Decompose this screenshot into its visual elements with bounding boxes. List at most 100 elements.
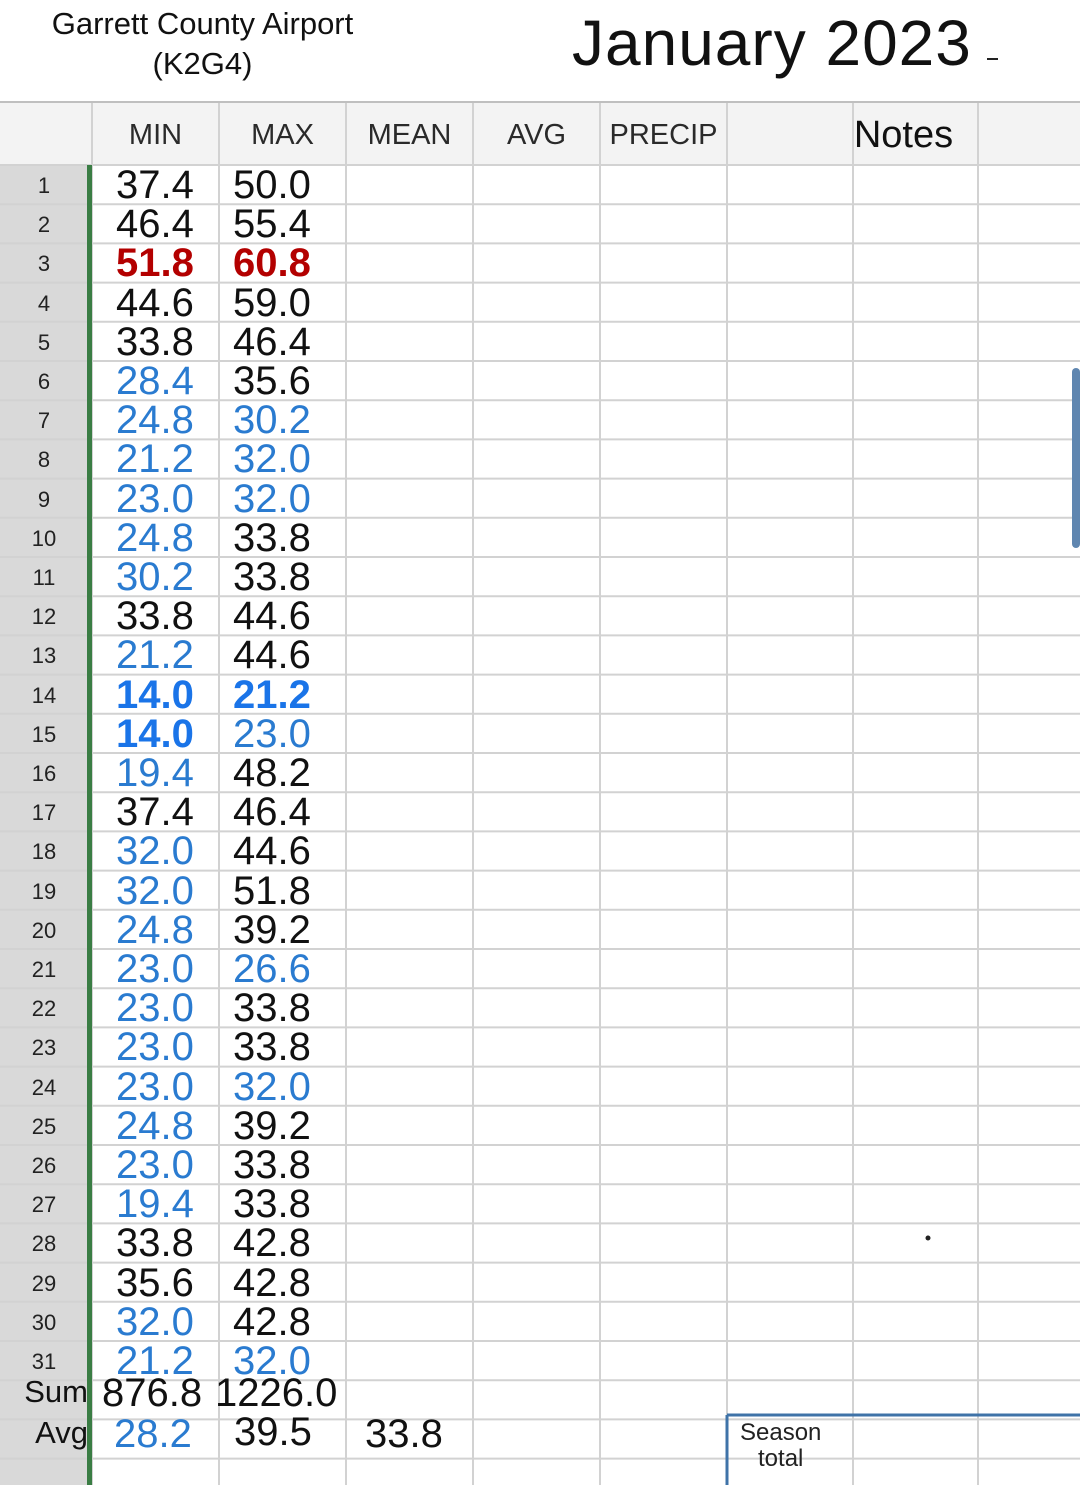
max-cell[interactable]: 42.8 xyxy=(233,1263,311,1303)
min-cell[interactable]: 23.0 xyxy=(116,988,194,1028)
row-number[interactable]: 2 xyxy=(0,212,88,238)
header-max[interactable]: MAX xyxy=(219,105,346,165)
min-cell[interactable]: 30.2 xyxy=(116,557,194,597)
row-number[interactable]: 23 xyxy=(0,1035,88,1061)
min-cell[interactable]: 37.4 xyxy=(116,165,194,205)
min-cell[interactable]: 14.0 xyxy=(116,675,194,715)
min-cell[interactable]: 37.4 xyxy=(116,792,194,832)
max-cell[interactable]: 44.6 xyxy=(233,596,311,636)
max-cell[interactable]: 44.6 xyxy=(233,635,311,675)
min-cell[interactable]: 21.2 xyxy=(116,439,194,479)
min-cell[interactable]: 24.8 xyxy=(116,400,194,440)
max-cell[interactable]: 39.2 xyxy=(233,1106,311,1146)
min-cell[interactable]: 46.4 xyxy=(116,204,194,244)
max-cell[interactable]: 39.2 xyxy=(233,910,311,950)
season-total[interactable]: Season total xyxy=(740,1420,821,1472)
max-cell[interactable]: 33.8 xyxy=(233,1027,311,1067)
min-cell[interactable]: 35.6 xyxy=(116,1263,194,1303)
avg-min[interactable]: 28.2 xyxy=(114,1414,192,1454)
row-number[interactable]: 4 xyxy=(0,291,88,317)
sum-max[interactable]: 1226.0 xyxy=(215,1373,337,1413)
max-cell[interactable]: 32.0 xyxy=(233,479,311,519)
min-cell[interactable]: 33.8 xyxy=(116,1223,194,1263)
row-number[interactable]: 30 xyxy=(0,1310,88,1336)
min-cell[interactable]: 33.8 xyxy=(116,596,194,636)
min-cell[interactable]: 32.0 xyxy=(116,831,194,871)
max-cell[interactable]: 32.0 xyxy=(233,439,311,479)
row-number[interactable]: 26 xyxy=(0,1153,88,1179)
header-min[interactable]: MIN xyxy=(92,105,219,165)
min-cell[interactable]: 24.8 xyxy=(116,1106,194,1146)
row-number[interactable]: 10 xyxy=(0,526,88,552)
header-mean[interactable]: MEAN xyxy=(346,105,473,165)
header-avg[interactable]: AVG xyxy=(473,105,600,165)
row-number[interactable]: 28 xyxy=(0,1231,88,1257)
min-cell[interactable]: 19.4 xyxy=(116,1184,194,1224)
max-cell[interactable]: 26.6 xyxy=(233,949,311,989)
row-number[interactable]: 29 xyxy=(0,1271,88,1297)
row-number[interactable]: 27 xyxy=(0,1192,88,1218)
row-number[interactable]: 15 xyxy=(0,722,88,748)
row-number[interactable]: 6 xyxy=(0,369,88,395)
row-number[interactable]: 12 xyxy=(0,604,88,630)
min-cell[interactable]: 28.4 xyxy=(116,361,194,401)
avg-max[interactable]: 39.5 xyxy=(234,1412,312,1452)
min-cell[interactable]: 33.8 xyxy=(116,322,194,362)
row-number[interactable]: 8 xyxy=(0,447,88,473)
max-cell[interactable]: 23.0 xyxy=(233,714,311,754)
min-cell[interactable]: 14.0 xyxy=(116,714,194,754)
row-number[interactable]: 7 xyxy=(0,408,88,434)
row-number[interactable]: 14 xyxy=(0,683,88,709)
row-number[interactable]: 18 xyxy=(0,839,88,865)
row-number[interactable]: 19 xyxy=(0,879,88,905)
max-cell[interactable]: 21.2 xyxy=(233,675,311,715)
max-cell[interactable]: 30.2 xyxy=(233,400,311,440)
min-cell[interactable]: 21.2 xyxy=(116,635,194,675)
sum-min[interactable]: 876.8 xyxy=(102,1373,202,1413)
row-number[interactable]: 9 xyxy=(0,487,88,513)
min-cell[interactable]: 23.0 xyxy=(116,1145,194,1185)
max-cell[interactable]: 46.4 xyxy=(233,792,311,832)
max-cell[interactable]: 33.8 xyxy=(233,557,311,597)
row-number[interactable]: 31 xyxy=(0,1349,88,1375)
max-cell[interactable]: 60.8 xyxy=(233,243,311,283)
max-cell[interactable]: 32.0 xyxy=(233,1067,311,1107)
min-cell[interactable]: 24.8 xyxy=(116,518,194,558)
min-cell[interactable]: 24.8 xyxy=(116,910,194,950)
max-cell[interactable]: 50.0 xyxy=(233,165,311,205)
row-number[interactable]: 21 xyxy=(0,957,88,983)
row-number[interactable]: 24 xyxy=(0,1075,88,1101)
row-number[interactable]: 16 xyxy=(0,761,88,787)
min-cell[interactable]: 23.0 xyxy=(116,1067,194,1107)
max-cell[interactable]: 33.8 xyxy=(233,1184,311,1224)
min-cell[interactable]: 23.0 xyxy=(116,1027,194,1067)
row-number[interactable]: 3 xyxy=(0,251,88,277)
max-cell[interactable]: 46.4 xyxy=(233,322,311,362)
max-cell[interactable]: 42.8 xyxy=(233,1302,311,1342)
min-cell[interactable]: 51.8 xyxy=(116,243,194,283)
max-cell[interactable]: 35.6 xyxy=(233,361,311,401)
min-cell[interactable]: 19.4 xyxy=(116,753,194,793)
row-number[interactable]: 11 xyxy=(0,565,88,591)
row-number[interactable]: 13 xyxy=(0,643,88,669)
min-cell[interactable]: 44.6 xyxy=(116,283,194,323)
min-cell[interactable]: 23.0 xyxy=(116,949,194,989)
avg-mean[interactable]: 33.8 xyxy=(365,1414,443,1454)
max-cell[interactable]: 33.8 xyxy=(233,1145,311,1185)
row-number[interactable]: 17 xyxy=(0,800,88,826)
row-number[interactable]: 1 xyxy=(0,173,88,199)
row-number[interactable]: 22 xyxy=(0,996,88,1022)
max-cell[interactable]: 42.8 xyxy=(233,1223,311,1263)
row-number[interactable]: 5 xyxy=(0,330,88,356)
max-cell[interactable]: 33.8 xyxy=(233,518,311,558)
header-precip[interactable]: PRECIP xyxy=(600,105,727,165)
max-cell[interactable]: 55.4 xyxy=(233,204,311,244)
max-cell[interactable]: 33.8 xyxy=(233,988,311,1028)
max-cell[interactable]: 44.6 xyxy=(233,831,311,871)
max-cell[interactable]: 59.0 xyxy=(233,283,311,323)
max-cell[interactable]: 51.8 xyxy=(233,871,311,911)
row-number[interactable]: 25 xyxy=(0,1114,88,1140)
row-number[interactable]: 20 xyxy=(0,918,88,944)
min-cell[interactable]: 32.0 xyxy=(116,871,194,911)
min-cell[interactable]: 23.0 xyxy=(116,479,194,519)
